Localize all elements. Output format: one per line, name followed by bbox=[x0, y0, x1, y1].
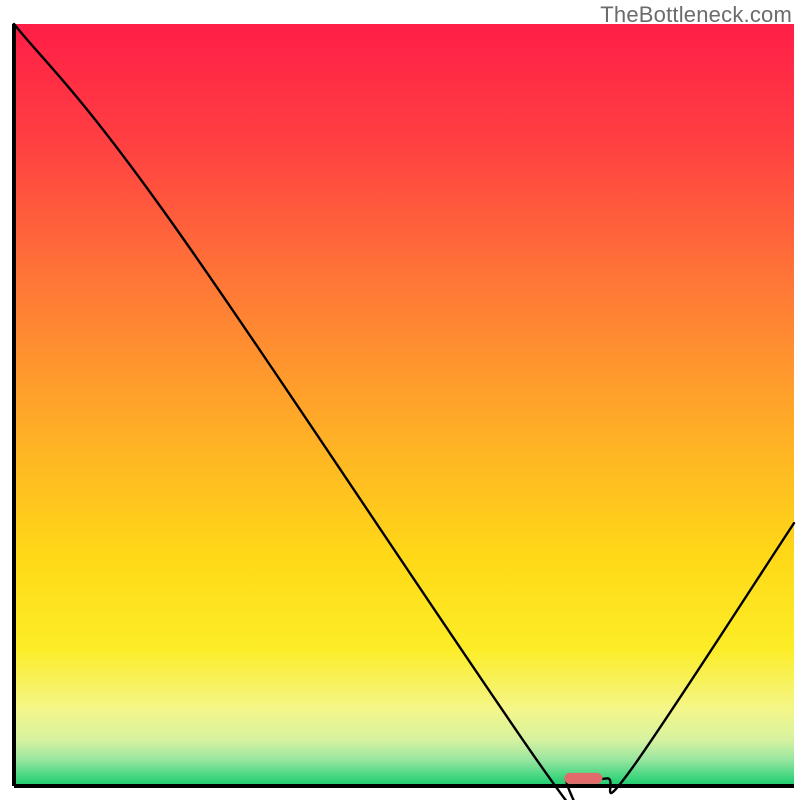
optimal-marker bbox=[564, 773, 602, 784]
chart-container: { "watermark": "TheBottleneck.com", "cha… bbox=[0, 0, 800, 800]
bottleneck-chart bbox=[0, 0, 800, 800]
watermark-text: TheBottleneck.com bbox=[600, 2, 792, 28]
gradient-background bbox=[14, 24, 794, 786]
